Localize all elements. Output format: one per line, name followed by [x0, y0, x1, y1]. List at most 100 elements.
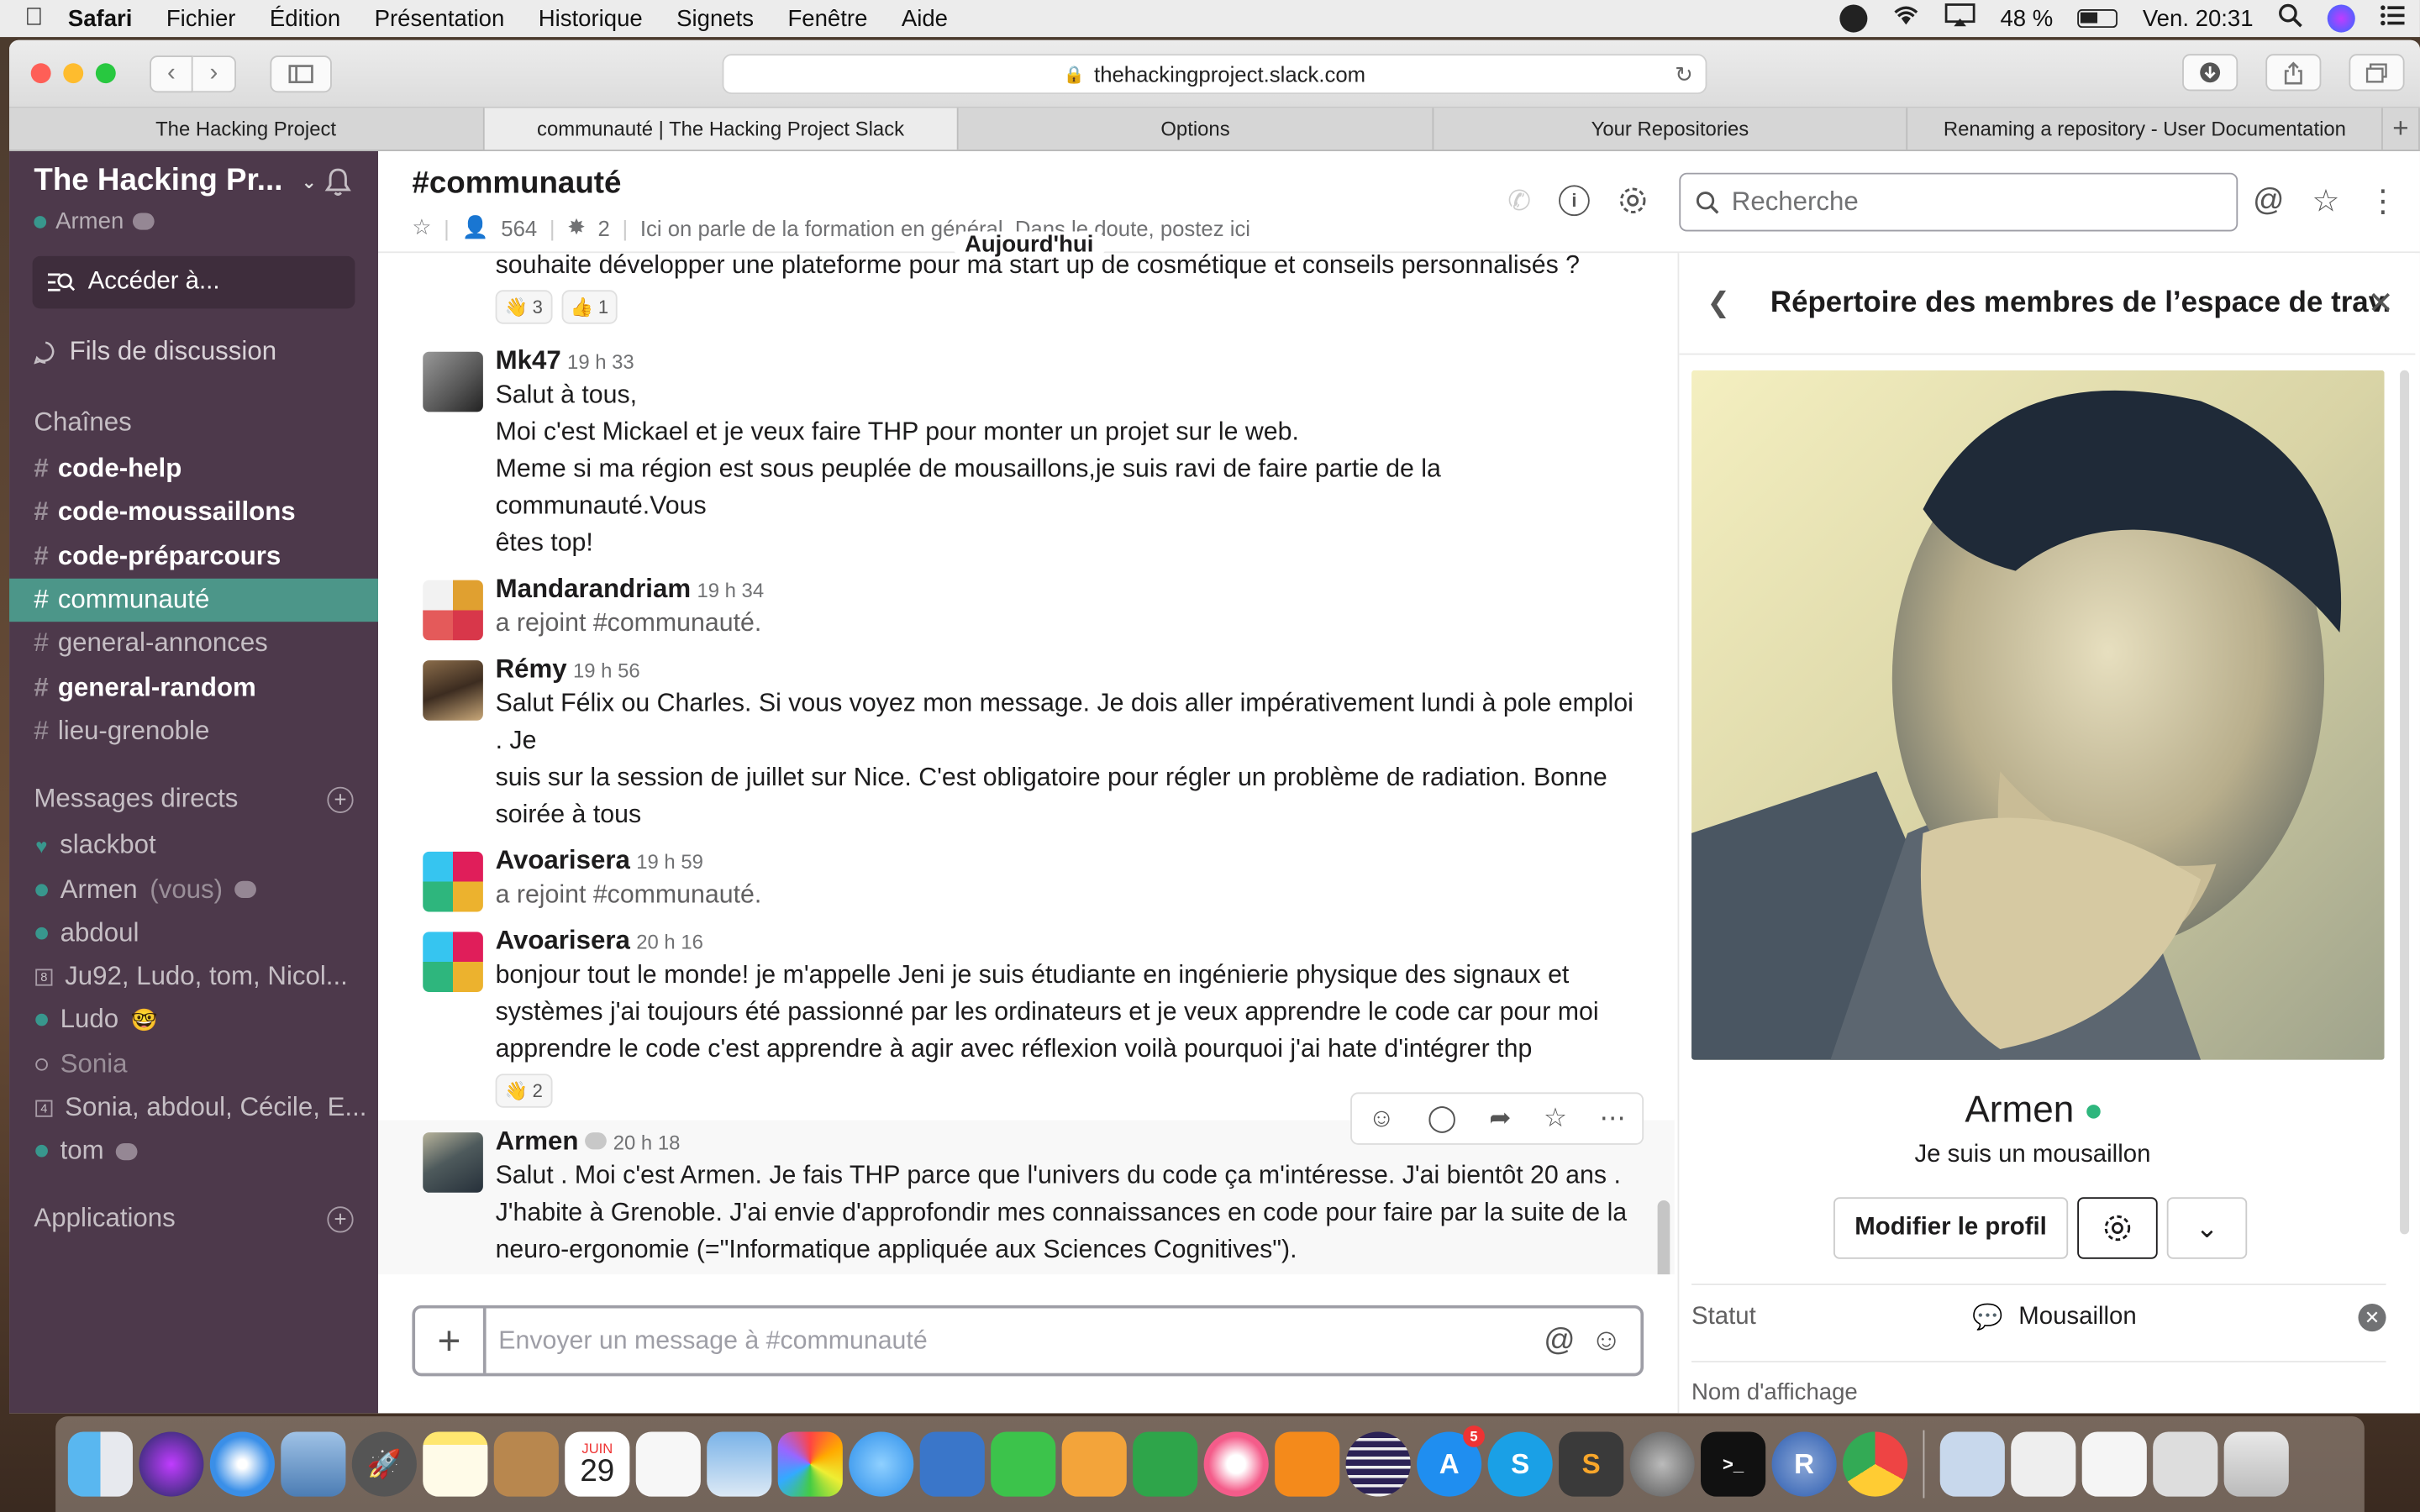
pin-icon[interactable]: ✸ — [567, 214, 586, 240]
avatar[interactable] — [423, 660, 483, 721]
address-bar[interactable]: 🔒 thehackingproject.slack.com ↻ — [722, 54, 1707, 95]
start-thread-icon[interactable]: ◯ — [1428, 1103, 1457, 1134]
notification-center-icon[interactable] — [2380, 5, 2405, 33]
app-store-dock-icon[interactable]: A5 — [1417, 1425, 1485, 1497]
sidebar-dm-item[interactable]: 4 Sonia, abdoul, Cécile, E... — [9, 1086, 378, 1130]
contacts-dock-icon[interactable] — [493, 1431, 559, 1497]
clear-status-icon[interactable]: ✕ — [2358, 1304, 2386, 1332]
reaction-button[interactable]: 👍 1 — [560, 290, 618, 324]
message-time[interactable]: 19 h 59 — [636, 850, 703, 874]
pinned-count[interactable]: 2 — [597, 215, 609, 239]
sidebar-channel-item[interactable]: # code-moussaillons — [9, 491, 378, 535]
skype-menu-icon[interactable] — [1839, 4, 1868, 33]
panel-scrollbar[interactable] — [2400, 370, 2410, 1235]
reload-icon[interactable]: ↻ — [1675, 61, 1693, 87]
menu-aide[interactable]: Aide — [902, 5, 948, 31]
eclipse-dock-icon[interactable] — [1345, 1431, 1411, 1497]
profile-more-button[interactable]: ⌄ — [2166, 1197, 2248, 1259]
star-message-icon[interactable]: ☆ — [1544, 1103, 1567, 1134]
documents-stack-icon[interactable] — [1939, 1431, 2005, 1497]
phone-icon[interactable]: ✆ — [1507, 185, 1531, 223]
message-input[interactable]: Envoyer un message à #communauté — [487, 1326, 1544, 1356]
back-arrow-icon[interactable]: ❮ — [1707, 287, 1730, 320]
add-app-icon[interactable]: + — [327, 1206, 354, 1233]
battery-icon[interactable] — [2077, 9, 2118, 29]
calendar-dock-icon[interactable]: JUIN 29 — [565, 1431, 630, 1497]
sidebar-dm-item[interactable]: tom — [9, 1130, 378, 1173]
edit-profile-button[interactable]: Modifier le profil — [1833, 1197, 2069, 1259]
star-icon[interactable]: ☆ — [412, 214, 431, 240]
apps-section-title[interactable]: Applications + — [9, 1173, 378, 1244]
share-button[interactable] — [2265, 54, 2322, 92]
pages-dock-icon[interactable] — [1061, 1431, 1127, 1497]
add-reaction-icon[interactable]: ☺ — [1368, 1103, 1395, 1134]
menu-presentation[interactable]: Présentation — [375, 5, 505, 31]
back-button[interactable]: ‹ — [150, 55, 193, 92]
sidebar-channel-item[interactable]: # code-help — [9, 448, 378, 491]
sidebar-channel-item[interactable]: # general-annonces — [9, 622, 378, 666]
finder-icon[interactable] — [67, 1431, 133, 1497]
message-author[interactable]: Avoarisera — [496, 846, 630, 875]
avatar[interactable] — [423, 580, 483, 641]
add-dm-icon[interactable]: + — [327, 785, 354, 813]
close-window-button[interactable] — [30, 63, 51, 84]
message-author[interactable]: Mandarandriam — [496, 574, 692, 603]
siri-icon[interactable] — [2327, 4, 2355, 33]
facetime-dock-icon[interactable] — [991, 1431, 1056, 1497]
message-scrollbar[interactable] — [1657, 1200, 1670, 1275]
more-vertical-icon[interactable]: ⋮ — [2367, 182, 2398, 221]
mail-dock-icon[interactable] — [281, 1431, 346, 1497]
trash-icon[interactable] — [2223, 1431, 2289, 1497]
sidebar-channel-item[interactable]: # general-random — [9, 666, 378, 710]
mention-icon[interactable]: @ — [1544, 1323, 1575, 1358]
search-input[interactable]: Recherche — [1679, 172, 2238, 232]
menu-fenetre[interactable]: Fenêtre — [787, 5, 867, 31]
tab-options[interactable]: Options — [959, 108, 1434, 150]
numbers-dock-icon[interactable] — [1133, 1431, 1198, 1497]
terminal-dock-icon[interactable]: >_ — [1701, 1431, 1766, 1497]
sidebar-dm-item[interactable]: Sonia — [9, 1042, 378, 1086]
member-count[interactable]: 564 — [501, 215, 537, 239]
tab-your-repositories[interactable]: Your Repositories — [1434, 108, 1908, 150]
clock[interactable]: Ven. 20:31 — [2143, 5, 2254, 31]
gear-icon[interactable] — [1618, 185, 1649, 223]
sidebar-dm-item[interactable]: Ludo 🤓 — [9, 999, 378, 1042]
message-composer[interactable]: + Envoyer un message à #communauté @ ☺ — [412, 1305, 1644, 1377]
messages-dock-icon[interactable] — [849, 1431, 914, 1497]
profile-photo[interactable] — [1691, 370, 2385, 1060]
tab-communaute-slack[interactable]: communauté | The Hacking Project Slack — [483, 108, 959, 150]
siri-dock-icon[interactable] — [139, 1431, 204, 1497]
forward-button[interactable]: › — [192, 55, 237, 92]
tab-the-hacking-project[interactable]: The Hacking Project — [9, 108, 484, 150]
apple-menu-icon[interactable]:  — [0, 5, 68, 33]
avatar[interactable] — [423, 351, 483, 412]
jump-to-button[interactable]: Accéder à... — [32, 255, 355, 309]
downloads-stack-icon[interactable] — [2011, 1431, 2076, 1497]
dm-section-title[interactable]: Messages directs + — [9, 753, 378, 823]
launchpad-icon[interactable]: 🚀 — [351, 1431, 417, 1497]
mentions-icon[interactable]: @ — [2253, 184, 2284, 219]
sublime-dock-icon[interactable]: S — [1559, 1431, 1624, 1497]
reaction-button[interactable]: 👋 3 — [495, 290, 552, 324]
message-author[interactable]: Mk47 — [496, 345, 561, 375]
avatar[interactable] — [423, 932, 483, 992]
message-time[interactable]: 19 h 33 — [567, 350, 634, 374]
members-icon[interactable]: 👤 — [462, 214, 489, 240]
channels-section-title[interactable]: Chaînes — [9, 367, 378, 448]
itunes-dock-icon[interactable] — [1203, 1431, 1269, 1497]
tab-renaming-repository[interactable]: Renaming a repository - User Documentati… — [1908, 108, 2383, 150]
new-tab-button[interactable]: + — [2383, 108, 2420, 150]
sidebar-channel-item[interactable]: # lieu-grenoble — [9, 709, 378, 753]
photos-dock-icon[interactable] — [777, 1431, 843, 1497]
message-time[interactable]: 19 h 56 — [573, 659, 640, 682]
message-author[interactable]: Avoarisera — [496, 926, 630, 955]
more-actions-icon[interactable]: ⋯ — [1600, 1103, 1626, 1134]
menu-app[interactable]: Safari — [68, 5, 133, 31]
message-author[interactable]: Rémy — [496, 654, 567, 684]
channel-topic[interactable]: Ici on parle de la formation en général.… — [640, 215, 1250, 239]
reminders-dock-icon[interactable] — [635, 1431, 701, 1497]
system-preferences-dock-icon[interactable] — [1629, 1431, 1695, 1497]
tab-overview-button[interactable] — [2349, 54, 2405, 92]
message-author[interactable]: Armen — [496, 1126, 579, 1156]
sidebar-dm-item[interactable]: Armen (vous) — [9, 868, 378, 911]
